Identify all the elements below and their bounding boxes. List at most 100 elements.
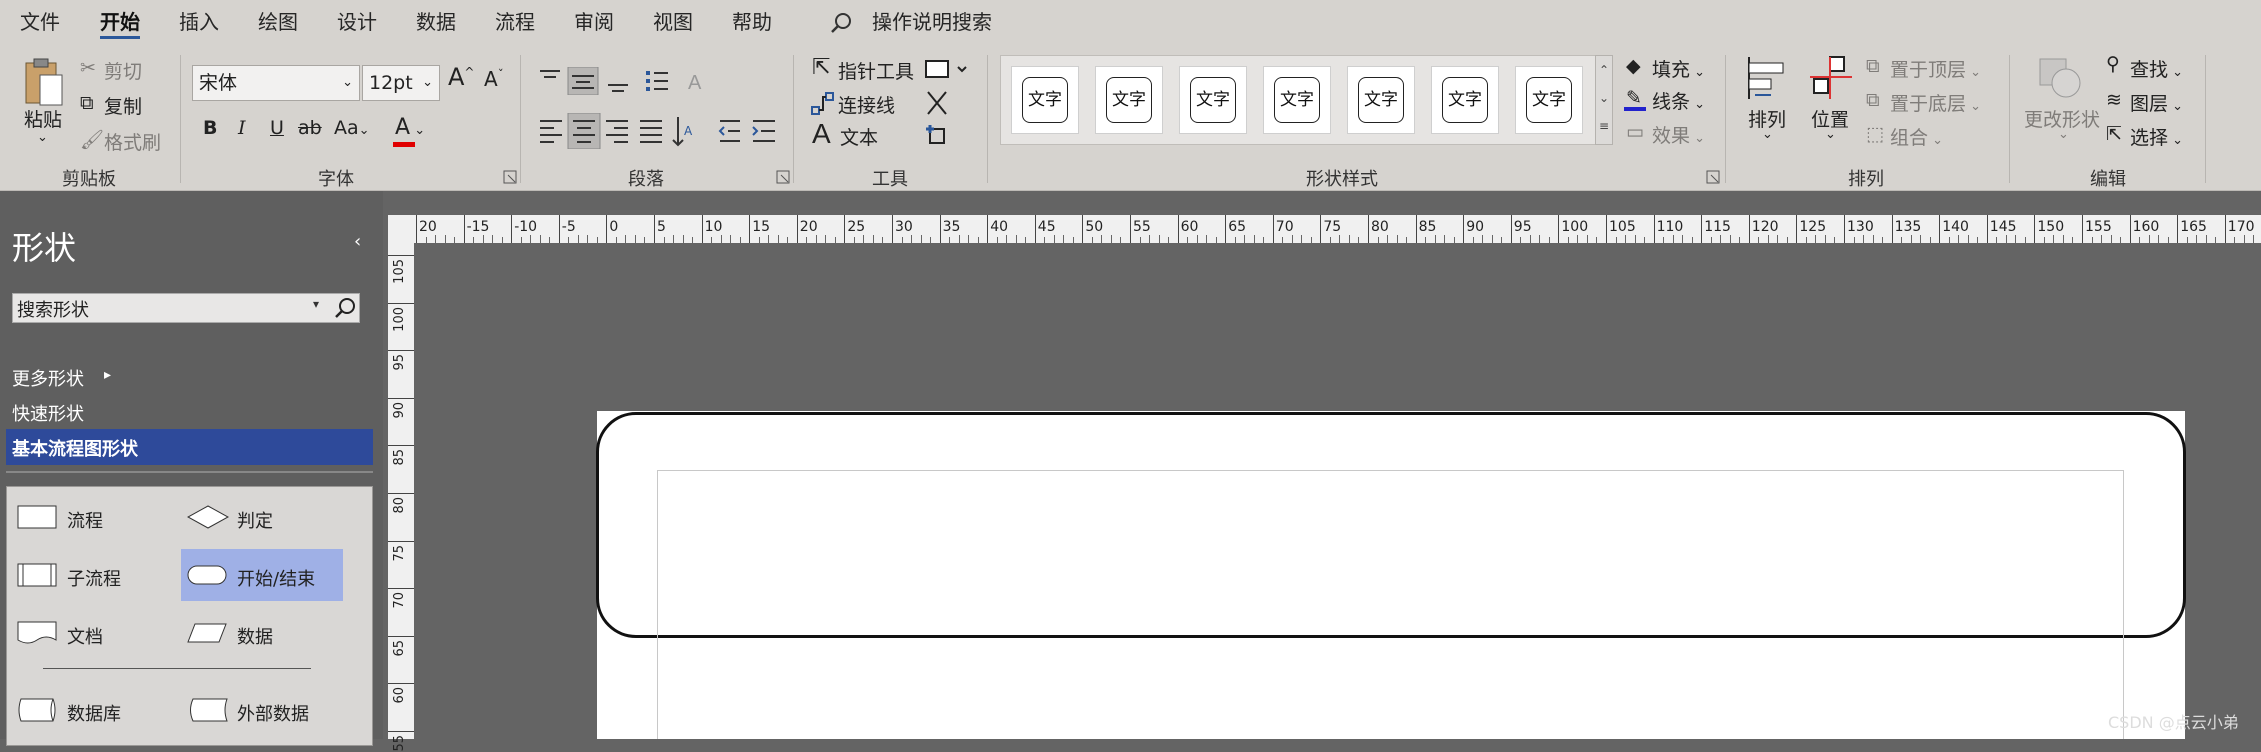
stencil-database[interactable]: 数据库 (11, 692, 171, 728)
connector-button[interactable]: 连接线 (838, 91, 895, 118)
shrink-font-button[interactable]: Aˇ (484, 67, 504, 91)
paste-button[interactable]: 粘贴 (24, 105, 62, 132)
change-case-button[interactable]: Aa⌄ (334, 117, 370, 139)
menu-file[interactable]: 文件 (20, 0, 60, 45)
ruler-label: -5 (561, 219, 576, 235)
menu-review[interactable]: 审阅 (574, 0, 614, 45)
dialog-launcher-icon[interactable] (1706, 170, 1720, 184)
chevron-down-icon[interactable]: ⌄ (1762, 127, 1773, 142)
ruler-minor-tick (1196, 235, 1198, 243)
paste-dropdown-icon[interactable]: ⌄ (37, 130, 48, 145)
menu-home[interactable]: 开始 (100, 0, 140, 45)
layers-button[interactable]: 图层 ⌄ (2130, 89, 2183, 116)
send-to-back-button[interactable]: 置于底层 ⌄ (1890, 89, 1981, 116)
ruler-minor-tick (1187, 237, 1189, 243)
format-painter-icon: 🖌 (80, 129, 105, 151)
effect-button[interactable]: 效果 ⌄ (1652, 121, 1705, 148)
chevron-down-icon[interactable]: ▾ (313, 297, 319, 311)
italic-button[interactable]: I (238, 117, 246, 139)
shape-style-option[interactable]: 文字 (1011, 66, 1079, 134)
ruler-minor-tick (1348, 235, 1350, 243)
ruler-minor-tick (1520, 237, 1522, 243)
line-button[interactable]: 线条 ⌄ (1652, 87, 1705, 114)
grow-font-button[interactable]: A^ (448, 63, 474, 91)
ruler-tick-mark (1320, 215, 1322, 243)
menu-help[interactable]: 帮助 (732, 0, 772, 45)
font-name-combo[interactable]: 宋体 ⌄ (192, 65, 360, 101)
stencil-data[interactable]: 数据 (181, 615, 341, 651)
rectangle-shape-button[interactable] (924, 57, 970, 81)
dialog-launcher-icon[interactable] (776, 170, 790, 184)
find-label: 查找 (2130, 59, 2169, 81)
shape-style-option[interactable]: 文字 (1347, 66, 1415, 134)
stencil-data-label: 数据 (237, 627, 273, 648)
close-icon[interactable] (924, 88, 950, 118)
chevron-down-icon[interactable]: ⌄ (2058, 127, 2069, 142)
stencil-subprocess[interactable]: 子流程 (11, 557, 171, 593)
ruler-minor-tick (1015, 235, 1017, 243)
stencil-process[interactable]: 流程 (11, 499, 171, 535)
format-painter-button[interactable]: 格式刷 (104, 128, 161, 155)
search-shapes-box[interactable]: 搜索形状 ▾ (12, 293, 360, 323)
ruler-minor-tick (444, 235, 446, 243)
cut-button[interactable]: 剪切 (104, 57, 142, 84)
group-icon: ⬚ (1866, 123, 1884, 145)
bring-to-front-button[interactable]: 置于顶层 ⌄ (1890, 55, 1981, 82)
ruler-tick-mark (388, 302, 414, 304)
cut-icon: ✂ (80, 57, 96, 79)
collapse-icon[interactable]: ‹ (354, 231, 361, 252)
ruler-label: 75 (392, 544, 407, 562)
stencil-decision[interactable]: 判定 (181, 499, 341, 535)
ruler-minor-tick (454, 237, 456, 243)
more-shapes[interactable]: 更多形状 (12, 365, 84, 391)
send-to-back-label: 置于底层 (1890, 93, 1967, 115)
ruler-label: 170 (2227, 219, 2255, 235)
dialog-launcher-icon[interactable] (503, 170, 517, 184)
menu-draw[interactable]: 绘图 (258, 0, 298, 45)
find-button[interactable]: 查找 ⌄ (2130, 55, 2183, 82)
gallery-scroll[interactable]: ⌃ ⌄ ≡ (1595, 55, 1613, 145)
fill-button[interactable]: 填充 ⌄ (1652, 55, 1705, 82)
ruler-tick-mark (1891, 215, 1893, 243)
ruler-label: 100 (392, 306, 407, 332)
shape-style-option[interactable]: 文字 (1431, 66, 1499, 134)
ruler-minor-tick (615, 237, 617, 243)
group-label-clipboard: 剪贴板 (62, 169, 116, 190)
chevron-down-icon[interactable]: ⌄ (1825, 127, 1836, 142)
strikethrough-button[interactable]: ab (298, 117, 322, 139)
ruler-label: 0 (609, 219, 619, 235)
ruler-minor-tick (1482, 235, 1484, 243)
menu-view[interactable]: 视图 (653, 0, 693, 45)
text-tool-button[interactable]: 文本 (840, 123, 878, 150)
shape-style-option[interactable]: 文字 (1095, 66, 1163, 134)
ruler-label: 165 (2180, 219, 2207, 235)
search-shapes-input[interactable]: 搜索形状 (17, 296, 89, 322)
menu-process[interactable]: 流程 (495, 0, 535, 45)
ruler-minor-tick (1625, 235, 1627, 243)
stencil-start-end[interactable]: 开始/结束 (181, 549, 343, 601)
shape-style-option[interactable]: 文字 (1515, 66, 1583, 134)
menu-data[interactable]: 数据 (416, 0, 456, 45)
search-icon[interactable] (333, 296, 357, 320)
basic-flowchart-category[interactable]: 基本流程图形状 (6, 429, 373, 465)
stencil-document[interactable]: 文档 (11, 615, 171, 651)
connection-point-icon[interactable] (924, 123, 950, 149)
group-button[interactable]: 组合 ⌄ (1890, 123, 1943, 150)
quick-shapes[interactable]: 快速形状 (12, 400, 84, 426)
shape-style-sample: 文字 (1022, 77, 1068, 123)
stencil-external-data[interactable]: 外部数据 (181, 692, 341, 728)
menu-design[interactable]: 设计 (337, 0, 377, 45)
shape-style-option[interactable]: 文字 (1179, 66, 1247, 134)
tell-me-search[interactable]: 操作说明搜索 (872, 0, 992, 45)
ruler-minor-tick (1529, 235, 1531, 243)
shape-style-option[interactable]: 文字 (1263, 66, 1331, 134)
menu-insert[interactable]: 插入 (179, 0, 219, 45)
bold-button[interactable]: B (203, 117, 217, 139)
select-button[interactable]: 选择 ⌄ (2130, 123, 2183, 150)
font-size-combo[interactable]: 12pt ⌄ (362, 65, 440, 101)
ruler-tick-mark (388, 493, 414, 494)
font-color-button[interactable]: A ⌄ (395, 115, 425, 140)
pointer-tool-button[interactable]: 指针工具 (838, 57, 914, 84)
underline-button[interactable]: U (270, 117, 284, 139)
copy-button[interactable]: 复制 (104, 92, 142, 119)
